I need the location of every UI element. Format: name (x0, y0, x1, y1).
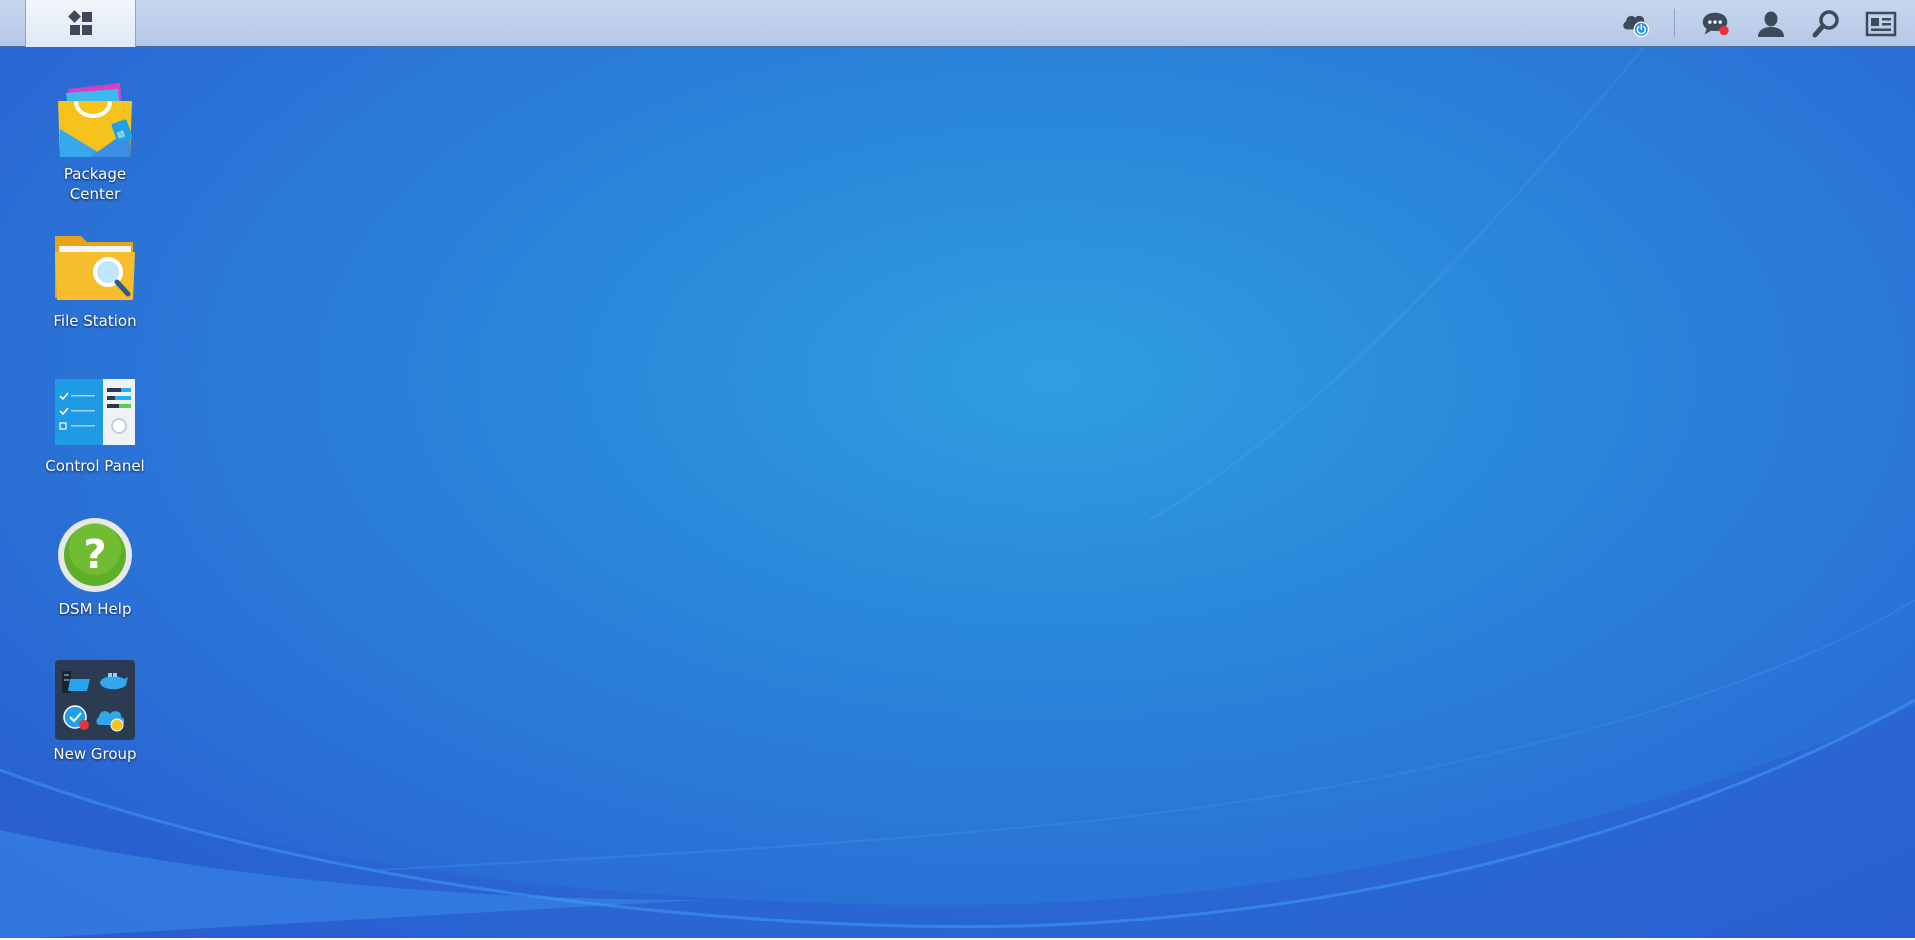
cloud-power-icon (1623, 15, 1650, 38)
wallpaper (0, 39, 1915, 940)
user-options-button[interactable] (1755, 8, 1787, 40)
shortcut-label: File Station (53, 312, 137, 330)
main-menu-button[interactable] (25, 0, 136, 47)
taskbar (0, 0, 1915, 47)
widgets-button[interactable] (1865, 8, 1897, 40)
search-button[interactable] (1810, 8, 1842, 40)
help-icon: ? (58, 518, 132, 592)
package-center-icon: ▤ (58, 83, 133, 157)
shortcut-package-center[interactable]: ▤ Package Center (35, 78, 155, 204)
shortcut-label: DSM Help (58, 600, 132, 618)
search-icon (1812, 10, 1839, 38)
shortcut-dsm-help[interactable]: ? DSM Help (35, 513, 155, 619)
shortcut-control-panel[interactable]: Control Panel (35, 370, 155, 476)
control-panel-icon (55, 379, 135, 445)
shortcut-label: New Group (53, 745, 137, 763)
chat-bubble-icon (1702, 12, 1729, 36)
svg-text:?: ? (83, 532, 106, 578)
shortcut-file-station[interactable]: File Station (35, 225, 155, 331)
shortcut-new-group[interactable]: New Group (35, 658, 155, 764)
cloud-sync-status-button[interactable] (1620, 8, 1652, 40)
notifications-button[interactable] (1700, 8, 1732, 40)
main-menu-icon (67, 9, 92, 35)
tray-separator (1674, 9, 1675, 37)
desktop: ▤ Package Center File Station Control Pa… (0, 0, 1915, 940)
widgets-icon (1865, 11, 1897, 37)
notification-badge (1719, 25, 1729, 36)
shortcut-label: Control Panel (45, 457, 145, 475)
user-icon (1758, 11, 1784, 37)
app-group-icon (55, 660, 135, 740)
shortcut-label: Package Center (63, 165, 127, 203)
file-station-icon (55, 236, 135, 300)
